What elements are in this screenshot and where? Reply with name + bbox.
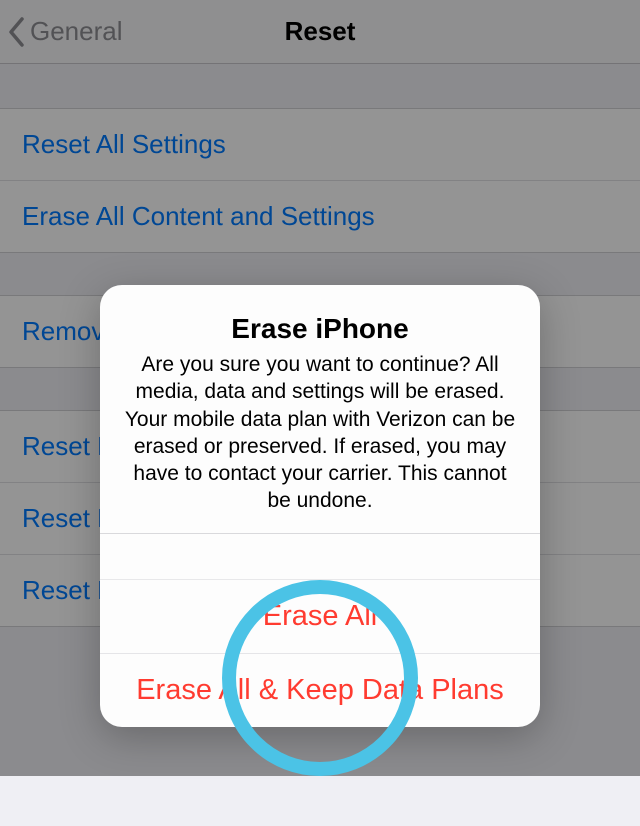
erase-all-keep-plans-button[interactable]: Erase All & Keep Data Plans xyxy=(100,654,540,727)
alert-actions: Erase All Erase All & Keep Data Plans xyxy=(100,533,540,727)
alert-message: Are you sure you want to continue? All m… xyxy=(120,351,520,515)
alert-spacer xyxy=(100,534,540,580)
alert-body: Erase iPhone Are you sure you want to co… xyxy=(100,285,540,533)
erase-all-button[interactable]: Erase All xyxy=(100,580,540,654)
alert-dialog: Erase iPhone Are you sure you want to co… xyxy=(100,285,540,727)
alert-title: Erase iPhone xyxy=(120,313,520,345)
alert-container: Erase iPhone Are you sure you want to co… xyxy=(100,285,540,727)
